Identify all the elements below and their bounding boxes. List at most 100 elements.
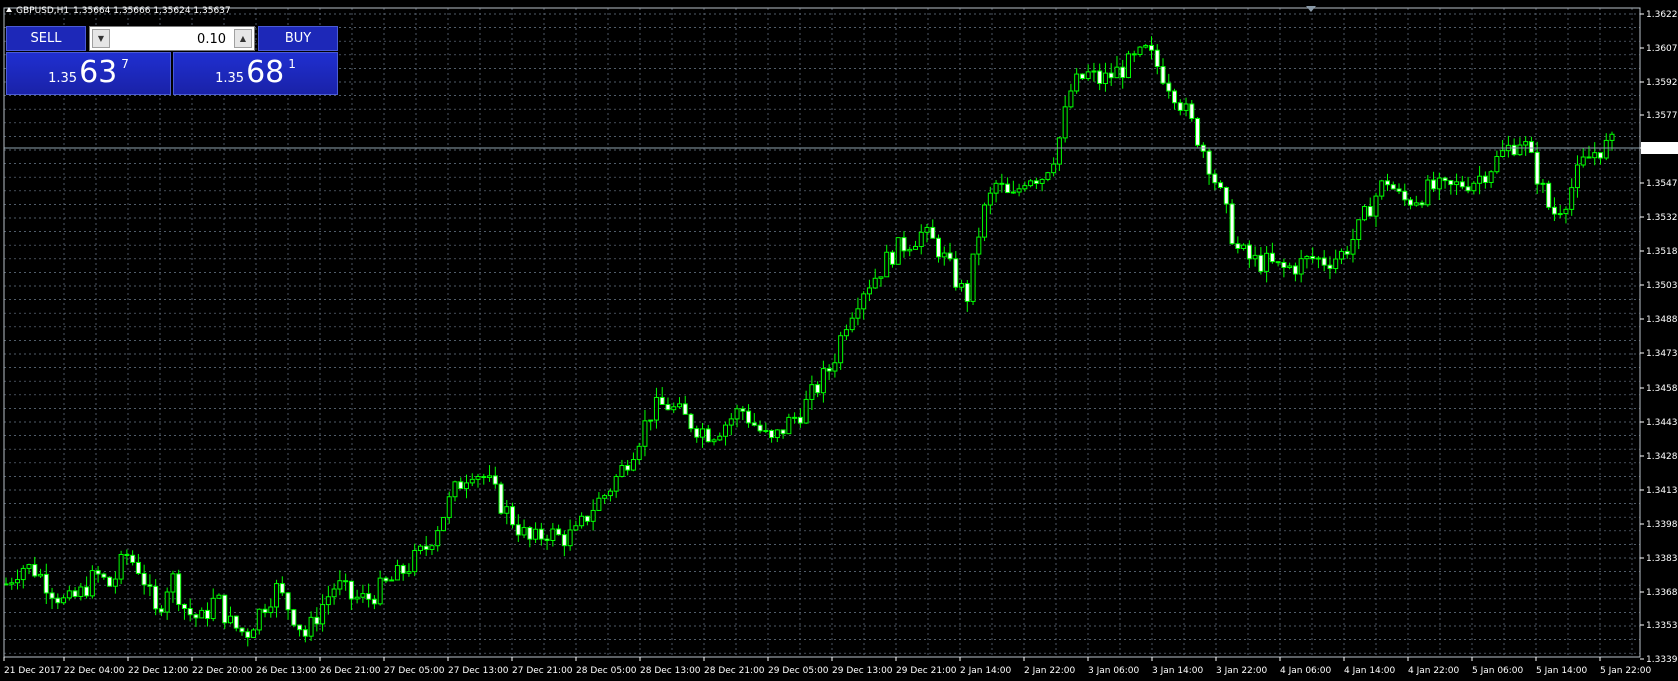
- lot-size-input[interactable]: [114, 30, 230, 48]
- candle-body: [297, 624, 303, 631]
- candle-body: [170, 573, 176, 593]
- candle: [653, 387, 659, 429]
- candle-body: [786, 416, 792, 435]
- candle: [1448, 179, 1454, 195]
- candle: [717, 432, 723, 442]
- candle-body: [1546, 182, 1552, 208]
- candle-body: [964, 283, 970, 302]
- candle-body: [400, 565, 406, 574]
- arrow-down-icon[interactable]: ▼: [92, 29, 110, 48]
- symbol-label: GBPUSD,H1: [16, 6, 70, 16]
- candle-body: [1350, 239, 1356, 255]
- x-tick-label: 27 Dec 05:00: [384, 666, 445, 676]
- price-chart[interactable]: 1.362251.360751.359251.357751.356371.354…: [0, 0, 1678, 681]
- candle-body: [89, 570, 95, 597]
- lot-size-control: ▼ ▲: [89, 26, 255, 51]
- candle-body: [757, 424, 763, 432]
- candle-body: [1321, 257, 1327, 266]
- candle: [3, 577, 9, 586]
- candle: [366, 583, 372, 608]
- candle: [1085, 64, 1091, 81]
- x-tick-label: 2 Jan 22:00: [1024, 666, 1076, 676]
- candle: [889, 250, 895, 268]
- candle: [1436, 172, 1442, 200]
- candle-body: [1459, 181, 1465, 188]
- sell-price-box[interactable]: 1.3563 7: [6, 52, 171, 95]
- candle-body: [1563, 208, 1569, 215]
- buy-button[interactable]: BUY: [258, 26, 338, 51]
- candle: [26, 563, 32, 575]
- candle-body: [314, 616, 320, 625]
- candle-body: [1114, 66, 1120, 79]
- candle: [723, 421, 729, 446]
- candle: [1488, 170, 1494, 188]
- candle-body: [613, 475, 619, 492]
- candle-body: [579, 515, 585, 527]
- candle-body: [366, 593, 372, 600]
- x-tick-label: 26 Dec 21:00: [320, 666, 381, 676]
- candle-body: [1315, 257, 1321, 260]
- candle: [1137, 46, 1143, 57]
- candle: [918, 224, 924, 255]
- candle-body: [469, 478, 475, 484]
- candle-body: [1137, 46, 1143, 55]
- shift-marker-icon[interactable]: [1306, 6, 1316, 12]
- candle: [187, 598, 193, 622]
- arrow-up-icon[interactable]: ▲: [234, 29, 252, 48]
- candle-body: [866, 287, 872, 295]
- candle: [527, 526, 533, 548]
- candle-body: [815, 384, 821, 394]
- candle-body: [1390, 184, 1396, 190]
- x-tick-label: 29 Dec 21:00: [896, 666, 957, 676]
- y-tick-label: 1.34730: [1646, 349, 1678, 359]
- candle-body: [584, 515, 590, 522]
- y-tick-label: 1.34880: [1646, 315, 1678, 325]
- candle: [1051, 157, 1057, 177]
- candle-body: [1148, 44, 1154, 51]
- candle-body: [1292, 265, 1298, 275]
- candle-body: [740, 408, 746, 412]
- candle-body: [124, 553, 130, 556]
- candle-body: [1557, 213, 1563, 216]
- candle: [1563, 206, 1569, 224]
- candle-body: [1367, 206, 1373, 217]
- candle-body: [1120, 66, 1126, 79]
- x-tick-label: 26 Dec 13:00: [256, 666, 317, 676]
- sell-price-big: 63: [79, 55, 118, 90]
- candle: [1413, 195, 1419, 207]
- candle-body: [291, 609, 297, 626]
- candle: [1592, 142, 1598, 166]
- x-tick-label: 3 Jan 14:00: [1152, 666, 1204, 676]
- candle-body: [66, 590, 72, 599]
- candle: [176, 569, 182, 612]
- candle: [1229, 199, 1235, 245]
- candle: [780, 429, 786, 439]
- candle-body: [1310, 255, 1316, 260]
- candle: [964, 280, 970, 312]
- y-tick-label: 1.35925: [1646, 78, 1678, 88]
- candle-body: [1229, 203, 1235, 245]
- candle: [953, 251, 959, 291]
- candle-body: [619, 465, 625, 477]
- candle-body: [135, 561, 141, 574]
- candle-body: [130, 554, 136, 563]
- sell-button[interactable]: SELL: [6, 26, 86, 51]
- candle-body: [1258, 254, 1264, 272]
- chart-frame: [3, 7, 1641, 658]
- candle-body: [676, 403, 682, 408]
- candle: [308, 611, 314, 641]
- candle: [1195, 117, 1201, 148]
- candle-body: [533, 528, 539, 540]
- candle-body: [308, 616, 314, 637]
- candle-body: [1603, 139, 1609, 159]
- candle-body: [1125, 53, 1131, 79]
- triangle-up-icon[interactable]: [6, 7, 12, 12]
- candle-body: [153, 585, 159, 610]
- buy-price-box[interactable]: 1.3568 1: [173, 52, 338, 95]
- candle: [1097, 63, 1103, 91]
- candle-body: [1085, 71, 1091, 80]
- candle: [763, 422, 769, 434]
- candle-body: [1051, 163, 1057, 174]
- candle: [268, 598, 274, 618]
- candle: [1304, 254, 1310, 269]
